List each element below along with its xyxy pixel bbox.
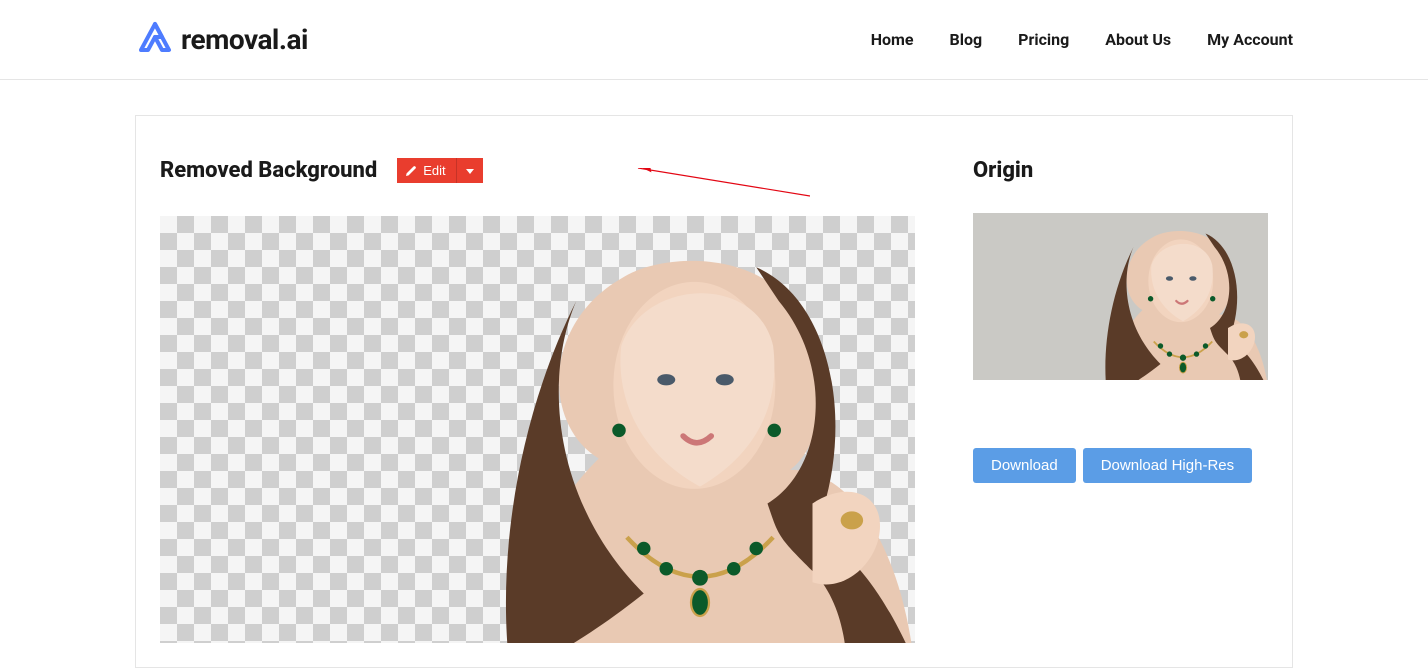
annotation-arrow	[630, 168, 810, 198]
edit-dropdown-button[interactable]	[456, 158, 483, 183]
edit-button[interactable]: Edit	[397, 158, 455, 183]
result-panel: Removed Background Edit	[160, 158, 915, 667]
nav-pricing[interactable]: Pricing	[1018, 30, 1069, 49]
origin-image[interactable]	[973, 213, 1268, 380]
result-image[interactable]	[160, 216, 915, 643]
nav-about[interactable]: About Us	[1105, 30, 1171, 49]
download-row: Download Download High-Res	[973, 448, 1268, 483]
download-hires-button[interactable]: Download High-Res	[1083, 448, 1252, 483]
result-header: Removed Background Edit	[160, 158, 915, 183]
nav-blog[interactable]: Blog	[950, 30, 983, 49]
header: removal.ai Home Blog Pricing About Us My…	[0, 0, 1428, 80]
subject-cutout	[475, 216, 915, 643]
logo-icon	[135, 20, 175, 60]
logo-text: removal.ai	[181, 23, 308, 56]
caret-down-icon	[465, 166, 475, 176]
pencil-icon	[405, 165, 417, 177]
origin-title: Origin	[973, 158, 1268, 183]
nav: Home Blog Pricing About Us My Account	[871, 30, 1293, 49]
result-title: Removed Background	[160, 158, 377, 183]
nav-home[interactable]: Home	[871, 30, 914, 49]
result-card: Removed Background Edit	[135, 115, 1293, 668]
download-button[interactable]: Download	[973, 448, 1076, 483]
origin-subject	[1093, 213, 1268, 380]
origin-panel: Origin	[973, 158, 1268, 667]
edit-button-group: Edit	[397, 158, 482, 183]
logo[interactable]: removal.ai	[135, 20, 308, 60]
nav-account[interactable]: My Account	[1207, 30, 1293, 49]
edit-button-label: Edit	[423, 163, 445, 178]
